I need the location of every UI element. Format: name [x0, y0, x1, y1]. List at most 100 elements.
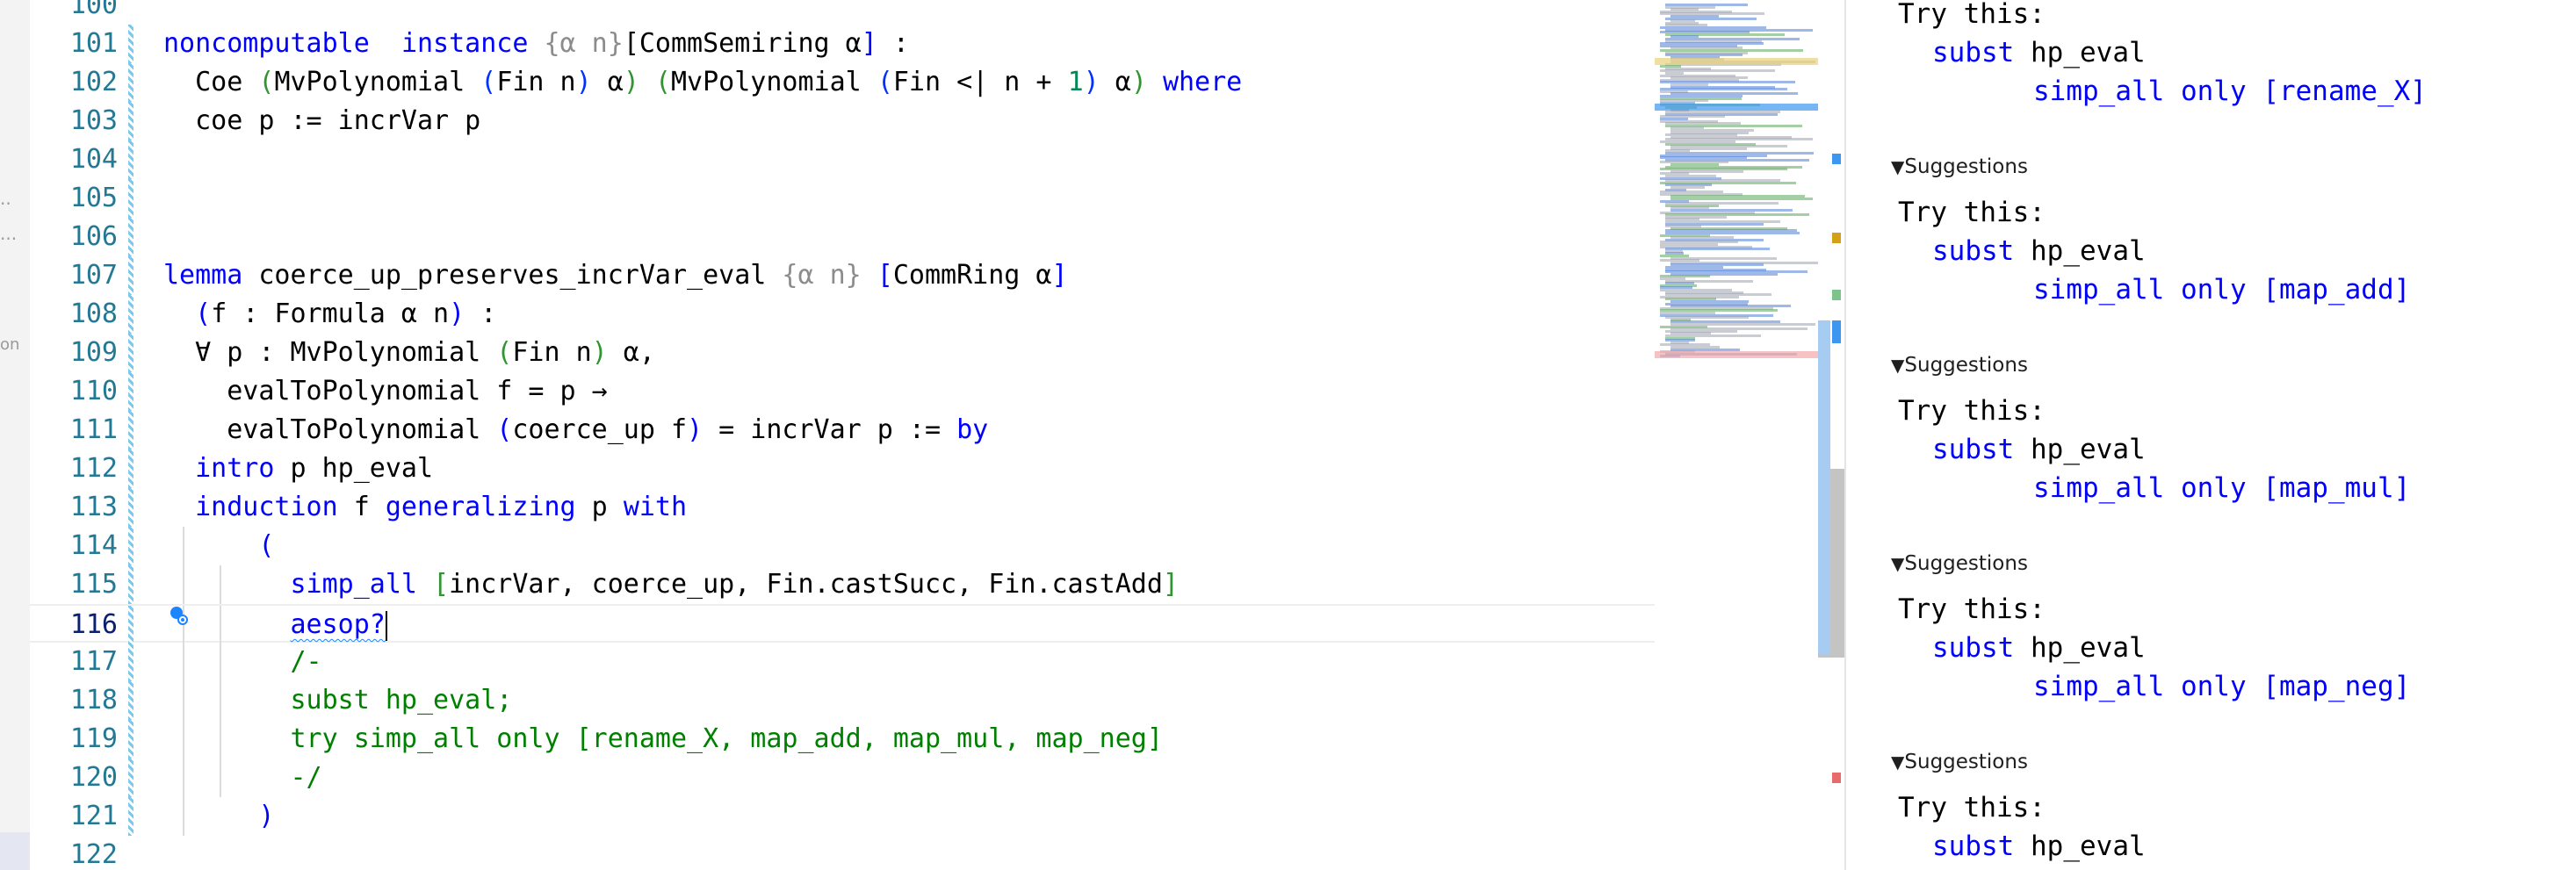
code-text[interactable]: aesop?	[163, 606, 387, 644]
code-token: (	[877, 67, 893, 97]
code-text[interactable]: simp_all [incrVar, coerce_up, Fin.castSu…	[163, 565, 1179, 604]
code-token: by	[956, 414, 989, 445]
code-text[interactable]: coe p := incrVar p	[163, 102, 480, 140]
editor-line[interactable]: 116 aesop?	[30, 604, 1655, 644]
code-text[interactable]: )	[163, 797, 274, 836]
try-this-code-line[interactable]: simp_all only [rename_X]	[2033, 75, 2427, 107]
overview-ruler-mark	[1832, 773, 1841, 783]
diff-indicator	[128, 606, 133, 644]
try-this-code-line[interactable]: subst hp_eval	[1932, 632, 2146, 664]
code-text[interactable]: induction f generalizing p with	[163, 488, 687, 527]
diff-indicator	[128, 140, 133, 179]
try-this-label: Try this:	[1898, 197, 2046, 228]
code-token: )	[575, 67, 592, 97]
editor-line[interactable]: 121 )	[30, 797, 1655, 836]
code-token: simp_all	[290, 569, 418, 600]
line-number: 122	[69, 839, 118, 870]
minimap-highlight	[1655, 104, 1822, 111]
code-token: [CommSemiring α	[623, 28, 862, 59]
suggestions-toggle[interactable]: ▼Suggestions	[1891, 751, 2028, 773]
code-token: /-	[163, 646, 322, 677]
diff-indicator	[128, 256, 133, 295]
selected-item[interactable]	[0, 832, 30, 870]
code-token: )	[1130, 67, 1147, 97]
code-token: Fin n	[512, 337, 592, 368]
editor-line[interactable]: 113 induction f generalizing p with	[30, 488, 1655, 527]
editor-line[interactable]: 108 (f : Formula α n) :	[30, 295, 1655, 334]
code-text[interactable]: -/	[163, 759, 321, 797]
editor-line[interactable]: 102 Coe (MvPolynomial (Fin n) α) (MvPoly…	[30, 63, 1655, 102]
suggestions-toggle[interactable]: ▼Suggestions	[1891, 552, 2028, 575]
try-this-token: [rename_X]	[2262, 75, 2427, 107]
code-text[interactable]: ∀ p : MvPolynomial (Fin n) α,	[163, 334, 655, 372]
try-this-token: simp_all	[2033, 274, 2165, 306]
code-text[interactable]: /-	[163, 643, 322, 681]
code-text[interactable]: intro p hp_eval	[163, 449, 433, 488]
try-this-code-line[interactable]: simp_all only [map_add]	[2033, 274, 2410, 306]
code-token: ∀ p : MvPolynomial	[163, 337, 497, 368]
code-token: (	[496, 414, 513, 445]
line-number: 114	[69, 530, 118, 561]
code-token: {α n}	[782, 260, 862, 291]
editor-line[interactable]: 107 lemma coerce_up_preserves_incrVar_eva…	[30, 256, 1655, 295]
code-text[interactable]: Coe (MvPolynomial (Fin n) α) (MvPolynomi…	[163, 63, 1242, 102]
code-text[interactable]: noncomputable instance {α n}[CommSemirin…	[163, 25, 909, 63]
editor-line[interactable]: 105	[30, 179, 1655, 218]
suggestions-label: Suggestions	[1904, 751, 2028, 773]
code-text[interactable]: evalToPolynomial (coerce_up f) = incrVar…	[163, 411, 988, 449]
try-this-code-line[interactable]: subst hp_eval	[1932, 830, 2146, 862]
code-text[interactable]: (	[163, 527, 274, 565]
editor-line[interactable]: 118 subst hp_eval;	[30, 681, 1655, 720]
editor-line[interactable]: 101 noncomputable instance {α n}[CommSemi…	[30, 25, 1655, 63]
code-token: f	[337, 492, 386, 522]
try-this-code-line[interactable]: subst hp_eval	[1932, 37, 2146, 68]
line-number: 100	[69, 0, 118, 20]
code-token: ]	[861, 28, 877, 59]
minimap[interactable]	[1655, 0, 1822, 870]
editor-line[interactable]: 111 evalToPolynomial (coerce_up f) = inc…	[30, 411, 1655, 449]
editor-line[interactable]: 109 ∀ p : MvPolynomial (Fin n) α,	[30, 334, 1655, 372]
editor-line[interactable]: 117 /-	[30, 643, 1655, 681]
code-token: lemma	[163, 260, 243, 291]
editor-line[interactable]: 103 coe p := incrVar p	[30, 102, 1655, 140]
code-token: Fin n	[496, 67, 576, 97]
line-number: 103	[69, 105, 118, 136]
editor-line[interactable]: 106	[30, 218, 1655, 256]
code-text[interactable]: subst hp_eval;	[163, 681, 512, 720]
try-this-token: simp_all	[2033, 472, 2165, 504]
code-token: CommRing α	[892, 260, 1052, 291]
code-text[interactable]: (f : Formula α n) :	[163, 295, 496, 334]
try-this-code-line[interactable]: subst hp_eval	[1932, 434, 2146, 465]
overview-ruler-mark	[1832, 154, 1841, 164]
overview-ruler-mark	[1832, 233, 1841, 243]
overview-ruler-mark	[1832, 290, 1841, 300]
code-text[interactable]: try simp_all only [rename_X, map_add, ma…	[163, 720, 1162, 759]
editor-line[interactable]: 115 simp_all [incrVar, coerce_up, Fin.ca…	[30, 565, 1655, 604]
suggestions-toggle[interactable]: ▼Suggestions	[1891, 354, 2028, 377]
editor-line[interactable]: 119 try simp_all only [rename_X, map_add…	[30, 720, 1655, 759]
code-token: with	[623, 492, 688, 522]
editor-line[interactable]: 104	[30, 140, 1655, 179]
triangle-down-icon: ▼	[1891, 355, 1905, 376]
try-this-code-line[interactable]: simp_all only [map_mul]	[2033, 472, 2410, 504]
code-token: )	[687, 414, 704, 445]
code-text[interactable]: evalToPolynomial f = p →	[163, 372, 608, 411]
try-this-code-line[interactable]: simp_all only [map_neg]	[2033, 671, 2410, 702]
editor-line[interactable]: 100	[30, 0, 1655, 25]
diff-indicator	[128, 527, 133, 565]
code-text[interactable]: lemma coerce_up_preserves_incrVar_eval {…	[163, 256, 1068, 295]
editor-line[interactable]: 120 -/	[30, 759, 1655, 797]
editor-line[interactable]: 114 (	[30, 527, 1655, 565]
editor-line[interactable]: 122	[30, 836, 1655, 870]
code-token: evalToPolynomial	[163, 414, 497, 445]
editor-line[interactable]: 112 intro p hp_eval	[30, 449, 1655, 488]
code-token: ]	[1051, 260, 1068, 291]
activity-bar: .. ... on	[0, 0, 30, 870]
code-editor[interactable]: 100 101 noncomputable instance {α n}[CommS…	[30, 0, 1655, 870]
editor-line[interactable]: 110 evalToPolynomial f = p →	[30, 372, 1655, 411]
suggestions-toggle[interactable]: ▼Suggestions	[1891, 155, 2028, 178]
try-this-code-line[interactable]: subst hp_eval	[1932, 235, 2146, 267]
